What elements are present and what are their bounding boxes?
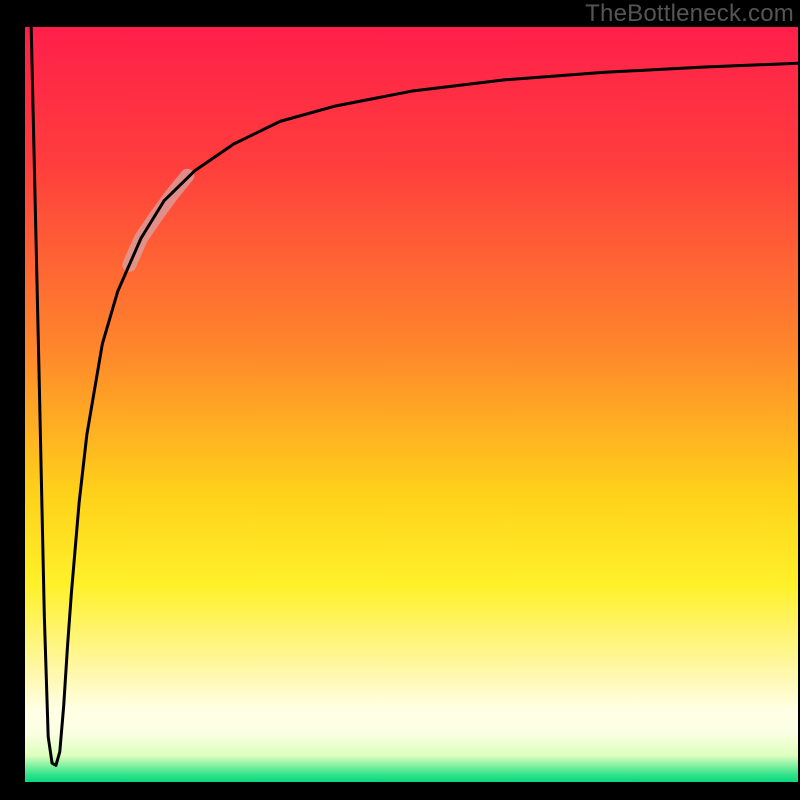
plot-area: [25, 27, 798, 782]
watermark-text: TheBottleneck.com: [585, 0, 794, 28]
chart-canvas: TheBottleneck.com: [0, 0, 800, 800]
highlight-segment: [129, 176, 187, 265]
bottleneck-curve: [31, 27, 798, 765]
curve-layer: [25, 27, 798, 782]
